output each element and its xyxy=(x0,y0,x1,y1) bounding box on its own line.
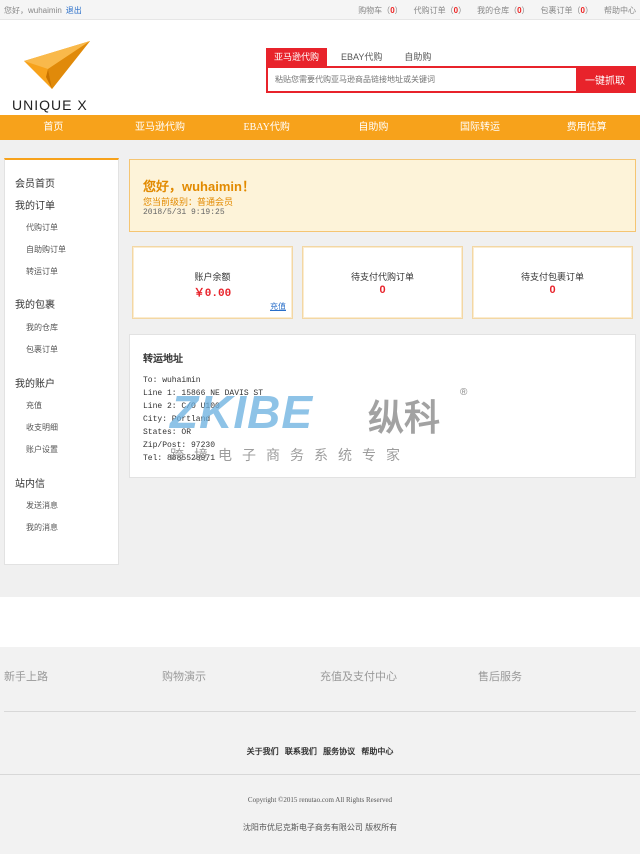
footer-divider-2 xyxy=(0,774,640,775)
footer-agreement[interactable]: 服务协议 xyxy=(323,747,355,756)
footer: 新手上路 购物演示 充值及支付中心 售后服务 关于我们 联系我们 服务协议 帮助… xyxy=(0,647,640,854)
user-greeting-area: 您好，wuhaimin 退出 xyxy=(4,5,82,16)
sidebar-item-send-message[interactable]: 发送消息 xyxy=(26,500,58,511)
logout-link[interactable]: 退出 xyxy=(66,6,82,15)
recharge-link[interactable]: 充值 xyxy=(270,301,286,312)
address-line-city: City: Portland xyxy=(143,415,211,424)
footer-bottom-links: 关于我们 联系我们 服务协议 帮助中心 xyxy=(0,746,640,757)
sidebar-item-my-messages[interactable]: 我的消息 xyxy=(26,522,58,533)
address-line-2: Line 2: C/O U100 xyxy=(143,402,220,411)
balance-value: ￥0.00 xyxy=(193,288,232,300)
nav-self-buy[interactable]: 自助购 xyxy=(320,115,427,140)
login-date: 2018/5/31 9:19:25 xyxy=(143,208,225,217)
sidebar-item-transactions[interactable]: 收支明细 xyxy=(26,422,58,433)
welcome-greeting: 您好，wuhaimin！ xyxy=(143,179,255,194)
sidebar-head-packages: 我的包裹 xyxy=(15,300,55,311)
nav-fee-estimate[interactable]: 费用估算 xyxy=(533,115,640,140)
balance-card: 账户余额 ￥0.00 充值 xyxy=(132,246,293,319)
sidebar-item-self-buy-orders[interactable]: 自助购订单 xyxy=(26,244,66,255)
sidebar-item-account-settings[interactable]: 账户设置 xyxy=(26,444,58,455)
package-orders-link[interactable]: 包裹订单（0） xyxy=(541,5,593,16)
sidebar-item-recharge[interactable]: 充值 xyxy=(26,400,42,411)
member-sidebar: 会员首页 我的订单 代购订单 自助购订单 转运订单 我的包裹 我的仓库 包裹订单… xyxy=(4,158,119,565)
sidebar-item-package-orders[interactable]: 包裹订单 xyxy=(26,344,58,355)
footer-divider xyxy=(4,711,636,712)
purchase-orders-link[interactable]: 代购订单（0） xyxy=(414,5,466,16)
top-links: 购物车（0） 代购订单（0） 我的仓库（0） 包裹订单（0） 帮助中心 xyxy=(358,5,636,16)
search-tabs: 亚马逊代购 EBAY代购 自助购 xyxy=(266,48,445,66)
member-level: 您当前级别：普通会员 xyxy=(143,197,234,207)
welcome-panel: 您好，wuhaimin！ 您当前级别：普通会员 2018/5/31 9:19:2… xyxy=(129,159,636,232)
footer-help[interactable]: 帮助中心 xyxy=(361,747,393,756)
company-text: 沈阳市优尼克斯电子商务有限公司 版权所有 xyxy=(242,823,398,832)
search-box: 一键抓取 xyxy=(266,66,636,93)
paper-plane-logo-icon[interactable] xyxy=(12,41,102,101)
tab-self-buy[interactable]: 自助购 xyxy=(396,48,439,66)
brand-name: UNIQUE X xyxy=(12,97,88,113)
unpaid-package-value[interactable]: 0 xyxy=(473,284,632,296)
tab-amazon[interactable]: 亚马逊代购 xyxy=(266,48,328,66)
unpaid-purchase-value[interactable]: 0 xyxy=(303,284,462,296)
unpaid-purchase-label: 待支付代购订单 xyxy=(350,272,414,282)
footer-contact[interactable]: 联系我们 xyxy=(285,747,317,756)
header: UNIQUE X 亚马逊代购 EBAY代购 自助购 一键抓取 xyxy=(0,21,640,114)
address-lines: To: wuhaimin Line 1: 15866 NE DAVIS ST L… xyxy=(143,374,263,465)
nav-ebay[interactable]: EBAY代购 xyxy=(213,115,320,140)
balance-label: 账户余额 xyxy=(194,272,231,282)
sidebar-item-warehouse[interactable]: 我的仓库 xyxy=(26,322,58,333)
tab-ebay[interactable]: EBAY代购 xyxy=(333,48,390,66)
sidebar-item-member-home[interactable]: 会员首页 xyxy=(15,175,55,190)
unpaid-purchase-card: 待支付代购订单 0 xyxy=(302,246,463,319)
help-center-link[interactable]: 帮助中心 xyxy=(604,5,636,16)
address-line-zip: Zip/Post: 97230 xyxy=(143,441,216,450)
greeting-text: 您好，wuhaimin xyxy=(4,6,62,15)
sidebar-head-account: 我的账户 xyxy=(15,379,55,390)
sidebar-head-orders: 我的订单 xyxy=(15,201,55,212)
copyright-text: Copyright ©2015 renutao.com All Rights R… xyxy=(247,796,393,804)
unpaid-package-card: 待支付包裹订单 0 xyxy=(472,246,633,319)
nav-amazon[interactable]: 亚马逊代购 xyxy=(107,115,214,140)
address-line-tel: Tel: 8885528971 xyxy=(143,454,216,463)
nav-forwarding[interactable]: 国际转运 xyxy=(427,115,534,140)
search-input[interactable] xyxy=(268,68,578,91)
footer-link-newbie[interactable]: 新手上路 xyxy=(4,668,48,684)
sidebar-head-messages: 站内信 xyxy=(15,479,45,490)
address-line-state: States: OR xyxy=(143,428,192,437)
sidebar-item-purchase-orders[interactable]: 代购订单 xyxy=(26,222,58,233)
unpaid-package-label: 待支付包裹订单 xyxy=(520,272,584,282)
main-nav: 首页 亚马逊代购 EBAY代购 自助购 国际转运 费用估算 xyxy=(0,115,640,140)
footer-link-payment[interactable]: 充值及支付中心 xyxy=(320,668,397,684)
address-line-1: Line 1: 15866 NE DAVIS ST xyxy=(143,389,264,398)
warehouse-link[interactable]: 我的仓库（0） xyxy=(477,5,529,16)
address-line-to: To: wuhaimin xyxy=(143,376,201,385)
footer-about[interactable]: 关于我们 xyxy=(247,747,279,756)
footer-link-after-sales[interactable]: 售后服务 xyxy=(478,668,522,684)
cart-link[interactable]: 购物车（0） xyxy=(358,5,402,16)
forwarding-address-panel: 转运地址 To: wuhaimin Line 1: 15866 NE DAVIS… xyxy=(129,334,636,478)
footer-link-demo[interactable]: 购物演示 xyxy=(162,668,206,684)
forwarding-address-title: 转运地址 xyxy=(143,354,183,365)
top-bar: 您好，wuhaimin 退出 购物车（0） 代购订单（0） 我的仓库（0） 包裹订… xyxy=(0,0,640,20)
sidebar-item-forward-orders[interactable]: 转运订单 xyxy=(26,266,58,277)
nav-home[interactable]: 首页 xyxy=(0,115,107,140)
fetch-button[interactable]: 一键抓取 xyxy=(576,68,634,91)
